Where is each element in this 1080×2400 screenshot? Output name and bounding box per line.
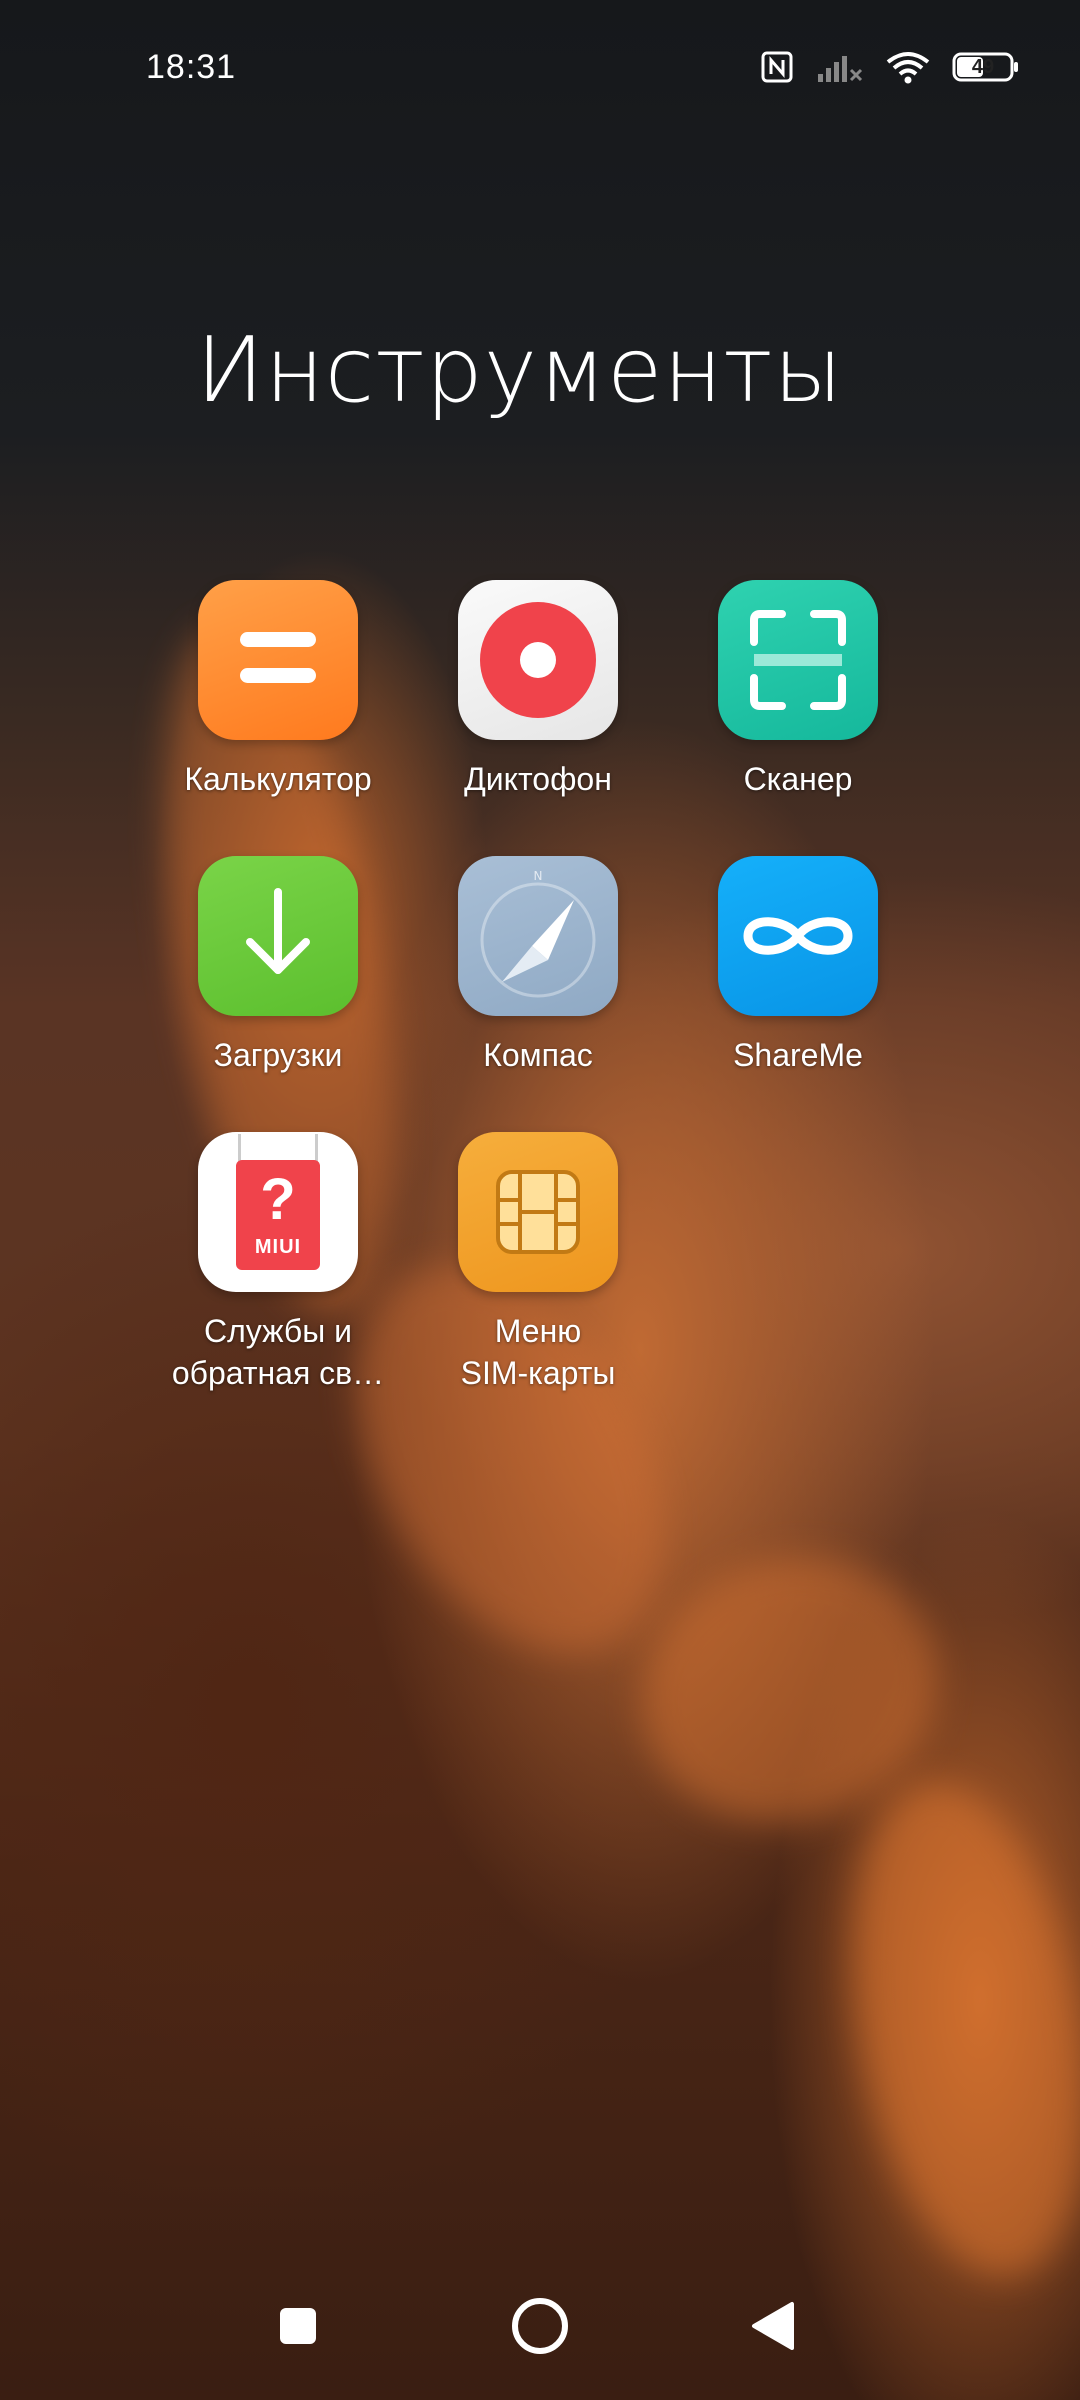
scanner-icon (718, 580, 878, 740)
app-label: Меню SIM-карты (460, 1313, 616, 1391)
navigation-bar (0, 2250, 1080, 2400)
folder-title: Инструменты (196, 318, 844, 423)
app-calculator[interactable]: Калькулятор (148, 580, 408, 800)
battery-level: 49 (971, 56, 995, 78)
clock: 18:31 (146, 48, 237, 86)
app-label: Компас (483, 1037, 593, 1073)
recents-button[interactable] (262, 2290, 334, 2362)
status-icons: 49 (760, 50, 1020, 84)
feedback-icon: ? MIUI (198, 1132, 358, 1292)
app-sim-menu[interactable]: Меню SIM-карты (408, 1132, 668, 1394)
app-recorder[interactable]: Диктофон (408, 580, 668, 800)
shareme-icon (718, 856, 878, 1016)
recorder-icon (458, 580, 618, 740)
home-button[interactable] (500, 2286, 580, 2366)
app-label: Калькулятор (184, 761, 372, 797)
app-downloads[interactable]: Загрузки (148, 856, 408, 1076)
compass-icon: N (458, 856, 618, 1016)
app-label: Диктофон (464, 761, 612, 797)
back-button[interactable] (738, 2290, 810, 2362)
app-shareme[interactable]: ShareMe (668, 856, 928, 1076)
square-icon (280, 2308, 316, 2344)
app-label: Сканер (743, 761, 853, 797)
app-scanner[interactable]: Сканер (668, 580, 928, 800)
app-feedback[interactable]: ? MIUI Службы и обратная св… (148, 1132, 408, 1394)
triangle-back-icon (752, 2302, 794, 2350)
status-bar: 18:31 49 (0, 0, 1080, 140)
signal-icon (816, 50, 864, 84)
app-label: Службы и обратная св… (171, 1313, 385, 1391)
nfc-icon (760, 50, 794, 84)
wifi-icon (886, 50, 930, 84)
app-label: Загрузки (213, 1037, 343, 1073)
battery-icon: 49 (952, 52, 1020, 82)
wallpaper-ridge (818, 1764, 1080, 2296)
miui-badge: MIUI (254, 1236, 302, 1258)
svg-text:N: N (534, 869, 543, 883)
download-icon (198, 856, 358, 1016)
home-screen: 18:31 49 Инструменты Калькулятор Диктофо… (0, 0, 1080, 2400)
sim-card-icon (458, 1132, 618, 1292)
app-label: ShareMe (733, 1037, 863, 1073)
app-compass[interactable]: N Компас (408, 856, 668, 1076)
calculator-icon (198, 580, 358, 740)
circle-icon (512, 2298, 568, 2354)
